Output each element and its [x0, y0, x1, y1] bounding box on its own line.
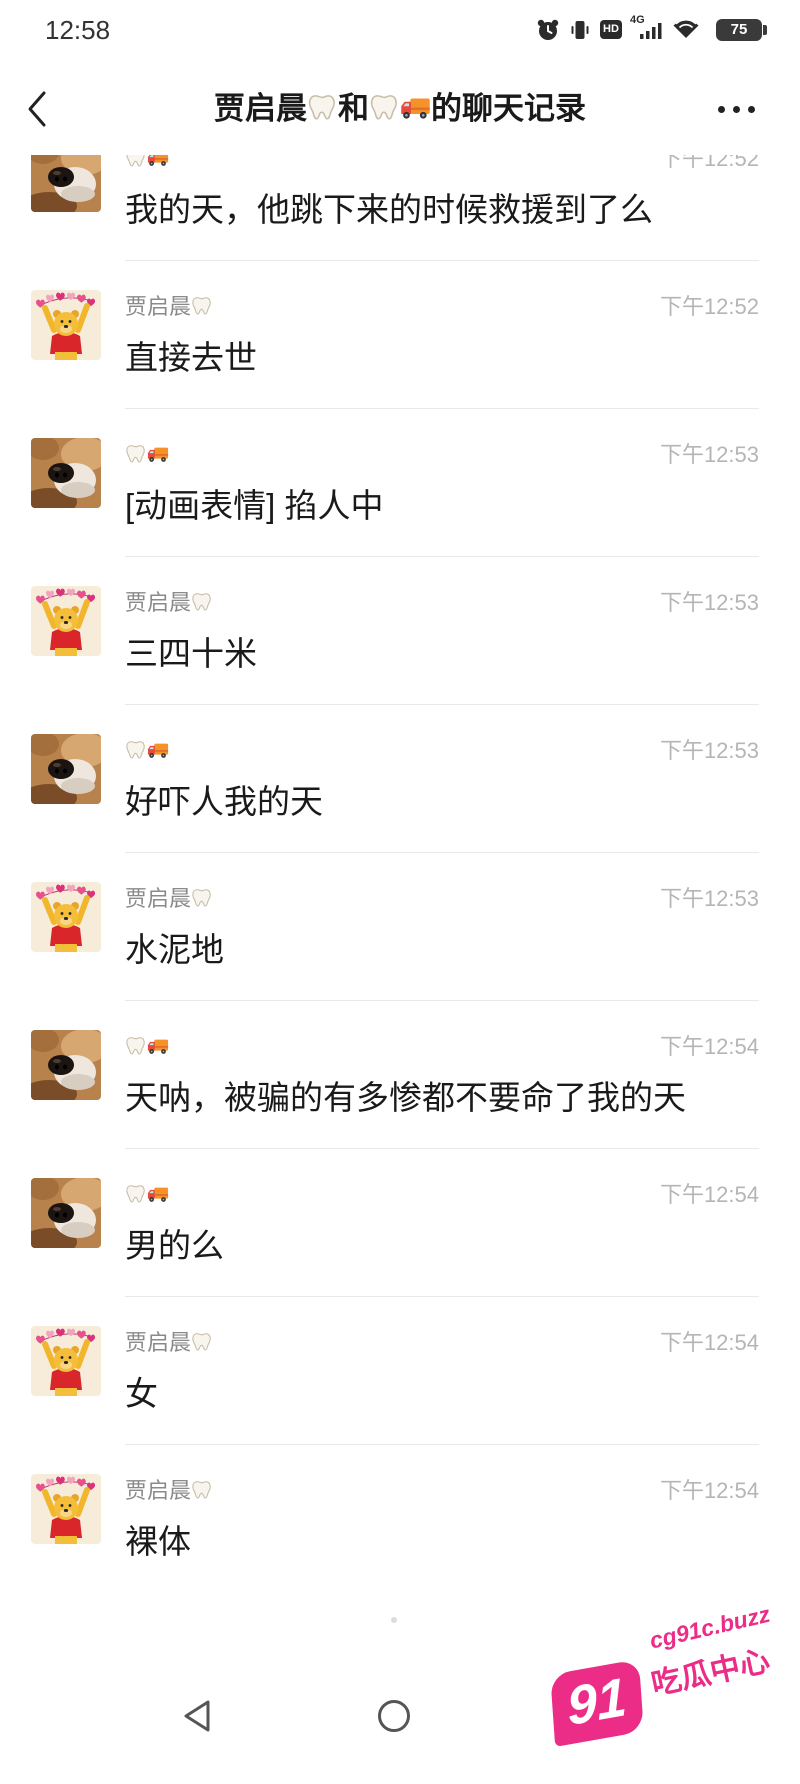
chat-record-list[interactable]: 🦷🚚下午12:52我的天，他跳下来的时候救援到了么贾启晨🦷下午12:52直接去世…: [0, 0, 800, 1784]
chevron-left-icon: [28, 91, 46, 127]
sender-name: 贾启晨🦷: [125, 294, 213, 320]
tooth-emoji-icon: 🦷: [125, 1035, 147, 1057]
sender-name: 🦷🚚: [125, 442, 169, 468]
message-text: 我的天，他跳下来的时候救援到了么: [125, 191, 653, 228]
message-text: 直接去世: [125, 339, 257, 376]
message-time: 下午12:54: [659, 1478, 759, 1503]
message-row[interactable]: 🦷🚚 下午12:54 天呐，被骗的有多惨都不要命了我的天: [0, 1001, 800, 1149]
pooh-avatar[interactable]: [31, 1326, 101, 1396]
delivery-truck-emoji-icon: 🚚: [147, 443, 169, 465]
delivery-truck-emoji-icon: 🚚: [147, 1183, 169, 1205]
more-options-button[interactable]: [712, 99, 762, 119]
message-time: 下午12:53: [659, 886, 759, 911]
tooth-emoji-icon: 🦷: [191, 1479, 213, 1501]
message-row[interactable]: 🦷🚚 下午12:53 好吓人我的天: [0, 705, 800, 853]
puppy-avatar[interactable]: [31, 734, 101, 804]
message-time: 下午12:53: [659, 738, 759, 763]
tooth-emoji-icon: 🦷: [125, 443, 147, 465]
sender-name: 贾启晨🦷: [125, 1478, 213, 1504]
message-time: 下午12:52: [659, 294, 759, 319]
tooth-emoji-icon: 🦷: [307, 92, 338, 123]
vibrate-icon: [571, 21, 589, 39]
message-text: [动画表情] 掐人中: [125, 487, 384, 524]
message-row[interactable]: 贾启晨🦷 下午12:54 裸体: [0, 1445, 800, 1593]
message-row[interactable]: 贾启晨🦷 下午12:54 女: [0, 1297, 800, 1445]
watermark-logo-number: 91: [565, 1666, 629, 1738]
sender-name: 🦷🚚: [125, 1182, 169, 1208]
sender-name: 贾启晨🦷: [125, 1330, 213, 1356]
more-dot: [748, 106, 755, 113]
battery-icon: 75: [716, 19, 762, 41]
message-time: 下午12:54: [659, 1330, 759, 1355]
message-text: 好吓人我的天: [125, 783, 323, 820]
battery-nub: [763, 25, 767, 35]
page-title: 贾启晨🦷和🦷🚚的聊天记录: [214, 91, 586, 126]
message-time: 下午12:54: [659, 1182, 759, 1207]
message-row[interactable]: 🦷🚚 下午12:54 男的么: [0, 1149, 800, 1297]
tooth-emoji-icon: 🦷: [191, 295, 213, 317]
tooth-emoji-icon: 🦷: [191, 887, 213, 909]
tooth-emoji-icon: 🦷: [369, 92, 400, 123]
puppy-avatar[interactable]: [31, 438, 101, 508]
more-dot: [733, 106, 740, 113]
message-text: 水泥地: [125, 931, 224, 968]
message-row[interactable]: 🦷🚚 下午12:53 [动画表情] 掐人中: [0, 409, 800, 557]
tooth-emoji-icon: 🦷: [125, 739, 147, 761]
message-text: 女: [125, 1375, 158, 1412]
puppy-avatar[interactable]: [31, 1178, 101, 1248]
message-row[interactable]: 贾启晨🦷 下午12:52 直接去世: [0, 261, 800, 409]
wifi-icon: [673, 18, 699, 38]
more-horizontal-icon: [718, 106, 725, 113]
tooth-emoji-icon: 🦷: [191, 591, 213, 613]
message-text: 三四十米: [125, 635, 257, 672]
message-row[interactable]: 贾启晨🦷 下午12:53 三四十米: [0, 557, 800, 705]
alarm-icon: [537, 19, 559, 40]
sender-name: 🦷🚚: [125, 1034, 169, 1060]
delivery-truck-emoji-icon: 🚚: [147, 1035, 169, 1057]
delivery-truck-emoji-icon: 🚚: [400, 92, 431, 123]
pooh-avatar[interactable]: [31, 882, 101, 952]
pooh-avatar[interactable]: [31, 290, 101, 360]
hd-icon: HD: [600, 20, 622, 39]
message-text: 天呐，被骗的有多惨都不要命了我的天: [125, 1079, 686, 1116]
message-time: 下午12:53: [659, 590, 759, 615]
message-text: 男的么: [125, 1227, 224, 1264]
tooth-emoji-icon: 🦷: [125, 1183, 147, 1205]
top-bar: 12:58 HD 4G 75 贾启晨🦷和🦷🚚的聊天记录: [0, 0, 800, 155]
delivery-truck-emoji-icon: 🚚: [147, 739, 169, 761]
status-time: 12:58: [45, 15, 111, 45]
back-button[interactable]: [24, 88, 56, 130]
tooth-emoji-icon: 🦷: [191, 1331, 213, 1353]
pooh-avatar[interactable]: [31, 1474, 101, 1544]
puppy-avatar[interactable]: [31, 1030, 101, 1100]
signal-icon: [640, 23, 662, 39]
sender-name: 贾启晨🦷: [125, 590, 213, 616]
sender-name: 贾启晨🦷: [125, 886, 213, 912]
message-time: 下午12:54: [659, 1034, 759, 1059]
message-time: 下午12:53: [659, 442, 759, 467]
message-row[interactable]: 贾启晨🦷 下午12:53 水泥地: [0, 853, 800, 1001]
sender-name: 🦷🚚: [125, 738, 169, 764]
pooh-avatar[interactable]: [31, 586, 101, 656]
message-text: 裸体: [125, 1523, 191, 1560]
